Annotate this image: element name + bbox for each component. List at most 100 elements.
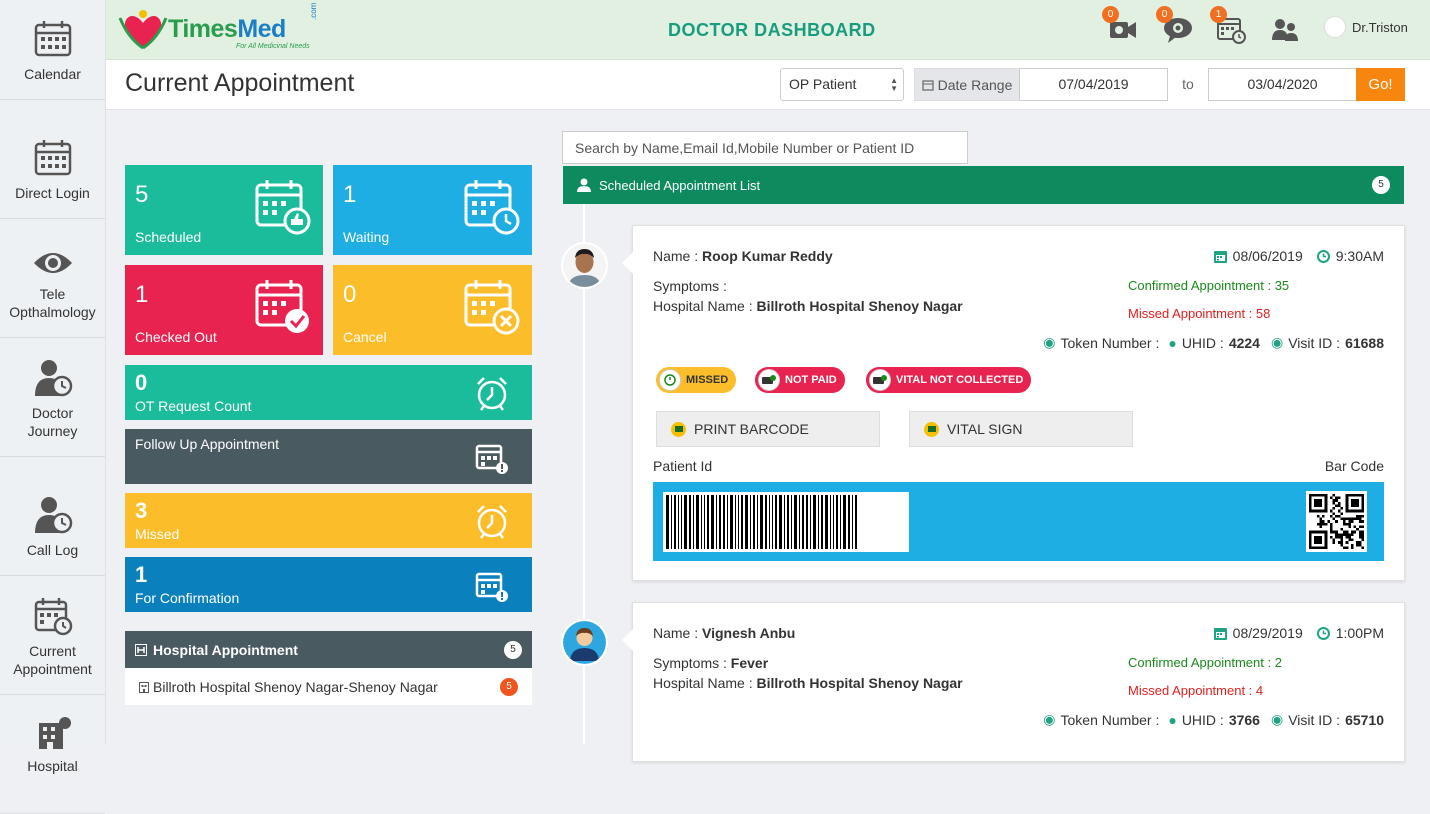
video-call-button[interactable]: 0 — [1102, 6, 1140, 46]
user-clock-icon — [34, 497, 72, 534]
missed-label: Missed — [135, 526, 180, 542]
scheduled-label: Scheduled — [135, 229, 202, 245]
user-icon: ● — [1168, 334, 1177, 351]
uhid-value: 4224 — [1228, 334, 1260, 351]
list-item[interactable]: Billroth Hospital Shenoy Nagar-Shenoy Na… — [125, 668, 532, 705]
patient-type-value: OP Patient — [789, 76, 857, 92]
checked-out-tile[interactable]: 1 Checked Out — [125, 265, 323, 355]
not-paid-status-tag[interactable]: NOT PAID — [755, 367, 845, 393]
notification-badge: 0 — [1102, 6, 1119, 23]
not-paid-tag-label: NOT PAID — [785, 374, 837, 386]
sidebar-item-hospital[interactable]: Hospital — [0, 695, 105, 814]
avatar — [1324, 16, 1346, 38]
sidebar-item-label: Hospital — [27, 758, 78, 774]
search-input[interactable]: Search by Name,Email Id,Mobile Number or… — [562, 131, 968, 164]
to-label: to — [1182, 76, 1194, 92]
user-menu[interactable]: Dr.Triston — [1324, 16, 1408, 38]
date-from-input[interactable]: 07/04/2019 — [1019, 68, 1168, 101]
sidebar-item-calendar[interactable]: Calendar — [0, 0, 105, 100]
calendar-check-icon — [255, 280, 309, 333]
vital-sign-button[interactable]: VITAL SIGN — [909, 411, 1133, 447]
appointment-card: Name : Roop Kumar Reddy 08/06/2019 9:30A… — [622, 225, 1405, 581]
eye-icon — [33, 253, 72, 273]
patient-type-select[interactable]: OP Patient ▲ ▼ — [780, 68, 904, 101]
chat-button[interactable]: 0 — [1156, 6, 1194, 46]
calendar-alert-button[interactable]: 1 — [1210, 6, 1248, 46]
bar-code-label: Bar Code — [1324, 458, 1384, 474]
logo[interactable]: TimesMed .com For All Medicinal Needs — [118, 2, 328, 54]
hospital-appointment-panel: Hospital Appointment 5 Billroth Hospital… — [125, 631, 532, 705]
calendar-clock-icon — [34, 598, 72, 636]
building-icon — [139, 681, 149, 693]
users-button[interactable] — [1270, 14, 1302, 46]
patient-name: Roop Kumar Reddy — [702, 248, 833, 264]
calendar-thumbs-up-icon — [255, 180, 311, 235]
checked-out-count: 1 — [135, 281, 149, 308]
calendar-alert-icon — [475, 444, 508, 474]
confirmed-appointment-count: Confirmed Appointment : 35 — [1128, 278, 1290, 293]
symptoms-row: Symptoms : — [653, 278, 727, 294]
missed-tag-label: MISSED — [686, 374, 729, 386]
appointment-datetime: 08/06/2019 9:30AM — [1213, 248, 1384, 264]
eye-icon: ◉ — [1270, 711, 1284, 727]
date-range-label: Date Range — [914, 68, 1020, 101]
visit-label: Visit ID : — [1288, 334, 1341, 351]
hospital-icon — [38, 717, 71, 749]
follow-up-strip[interactable]: Follow Up Appointment — [125, 429, 532, 484]
sidebar: Calendar Direct Login Tele Opthalmology … — [0, 0, 106, 814]
calendar-icon — [922, 79, 934, 91]
patient-name: Vignesh Anbu — [702, 625, 796, 641]
scheduled-appointment-list-header[interactable]: Scheduled Appointment List 5 — [563, 166, 1404, 204]
timer-icon — [659, 369, 681, 391]
sidebar-item-direct-login[interactable]: Direct Login — [0, 100, 105, 219]
calendar-icon — [1213, 250, 1227, 263]
user-icon: ● — [1168, 711, 1177, 728]
logo-com: .com — [309, 2, 318, 20]
waiting-tile[interactable]: 1 Waiting — [333, 165, 532, 255]
missed-appointment-count: Missed Appointment : 58 — [1128, 306, 1271, 321]
vital-icon — [869, 369, 891, 391]
eye-icon: ◉ — [1043, 334, 1056, 350]
hospital-appointment-header[interactable]: Hospital Appointment 5 — [125, 631, 532, 668]
patient-name-row: Name : Roop Kumar Reddy — [653, 248, 833, 264]
date-to-input[interactable]: 03/04/2020 — [1208, 68, 1357, 101]
missed-status-tag[interactable]: MISSED — [656, 367, 737, 393]
appointment-datetime: 08/29/2019 1:00PM — [1213, 625, 1384, 641]
cancel-tile[interactable]: 0 Cancel — [333, 265, 532, 355]
go-button[interactable]: Go! — [1356, 68, 1405, 101]
eye-icon: ◉ — [1043, 711, 1056, 727]
missed-strip[interactable]: 3 Missed — [125, 493, 532, 548]
app-header: TimesMed .com For All Medicinal Needs DO… — [106, 0, 1430, 60]
ot-request-strip[interactable]: 0 OT Request Count — [125, 365, 532, 420]
scheduled-tile[interactable]: 5 Scheduled — [125, 165, 323, 255]
uhid-value: 3766 — [1228, 711, 1260, 728]
logo-icon — [118, 10, 168, 50]
dashboard-title: DOCTOR DASHBOARD — [668, 20, 876, 40]
sidebar-item-label: Call Log — [26, 542, 79, 558]
print-barcode-button[interactable]: PRINT BARCODE — [656, 411, 880, 447]
sidebar-item-label: Direct Login — [15, 185, 90, 201]
payment-icon — [758, 369, 780, 391]
confirmation-strip[interactable]: 1 For Confirmation — [125, 557, 532, 612]
sidebar-item-current-appointment[interactable]: Current Appointment — [0, 576, 105, 695]
scheduled-list-count: 5 — [1372, 176, 1390, 194]
hospital-value: Billroth Hospital Shenoy Nagar — [756, 298, 963, 314]
cancel-count: 0 — [343, 281, 357, 308]
hospital-count-badge: 5 — [500, 677, 518, 696]
symptoms-row: Symptoms : Fever — [653, 655, 768, 671]
sidebar-item-call-log[interactable]: Call Log — [0, 457, 105, 576]
calendar-icon — [34, 140, 71, 176]
visit-id-value: 65710 — [1345, 711, 1384, 728]
vital-not-collected-status-tag[interactable]: VITAL NOT COLLECTED — [866, 367, 1032, 393]
appointment-date: 08/06/2019 — [1232, 248, 1303, 264]
patient-avatar-icon — [563, 621, 606, 664]
vital-sign-icon — [924, 421, 939, 437]
hospital-appointment-title: Hospital Appointment — [153, 641, 298, 658]
sidebar-item-tele-opthalmology[interactable]: Tele Opthalmology — [0, 219, 105, 338]
visit-id-value: 61688 — [1345, 334, 1384, 351]
missed-appointment-count: Missed Appointment : 4 — [1128, 683, 1264, 698]
hospital-row: Hospital Name : Billroth Hospital Shenoy… — [653, 675, 963, 691]
symptoms-label: Symptoms : — [653, 655, 727, 671]
sidebar-item-doctor-journey[interactable]: Doctor Journey — [0, 338, 105, 457]
symptoms-label: Symptoms : — [653, 278, 727, 294]
